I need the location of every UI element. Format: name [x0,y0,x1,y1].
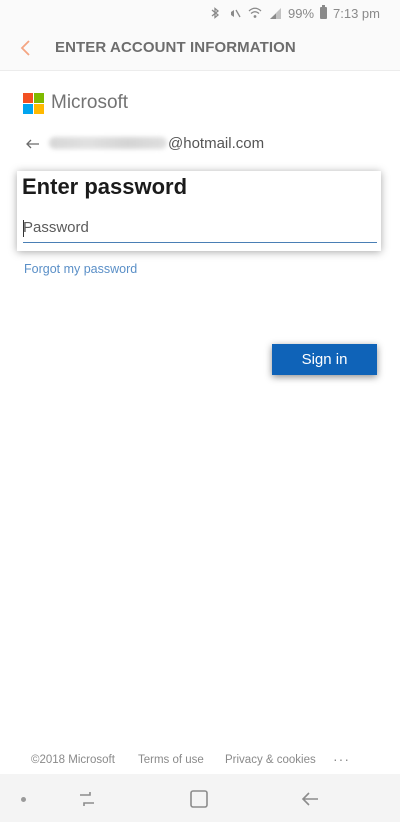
logo-square-blue [23,104,33,114]
clock: 7:13 pm [333,5,380,21]
mute-icon [230,9,241,18]
back-icon[interactable] [299,788,321,810]
app-bar: ENTER ACCOUNT INFORMATION [0,26,400,71]
password-input[interactable] [23,215,377,243]
logo-square-red [23,93,33,103]
status-bar: 99% 7:13 pm [0,0,400,26]
signal-icon [269,8,281,19]
logo-square-green [34,93,44,103]
privacy-link[interactable]: Privacy & cookies [225,754,316,766]
password-heading: Enter password [22,174,188,199]
redacted-username [49,137,167,149]
recent-apps-icon[interactable] [76,788,98,810]
back-arrow-icon[interactable] [25,136,41,152]
battery-icon [320,5,328,19]
battery-percent: 99% [287,5,315,21]
system-nav-bar [0,774,400,822]
page-title: ENTER ACCOUNT INFORMATION [55,39,296,56]
logo-square-yellow [34,104,44,114]
email-domain: @hotmail.com [168,135,265,152]
forgot-password-link[interactable]: Forgot my password [24,262,137,276]
home-icon[interactable] [188,788,210,810]
brand-name: Microsoft [51,92,129,113]
wifi-icon [248,7,262,18]
copyright-text: ©2018 Microsoft [31,754,115,766]
nav-dot-icon [21,797,26,802]
microsoft-logo [23,93,45,115]
bluetooth-icon [211,7,219,19]
terms-link[interactable]: Terms of use [138,754,204,766]
text-caret [23,220,24,237]
password-card: Enter password [17,171,381,251]
footer: ©2018 Microsoft Terms of use Privacy & c… [0,751,400,772]
back-chevron-icon[interactable] [16,38,36,58]
sign-in-button[interactable]: Sign in [272,344,377,375]
status-icons: 99% 7:13 pm [208,5,380,21]
more-options-button[interactable]: ··· [333,751,350,767]
